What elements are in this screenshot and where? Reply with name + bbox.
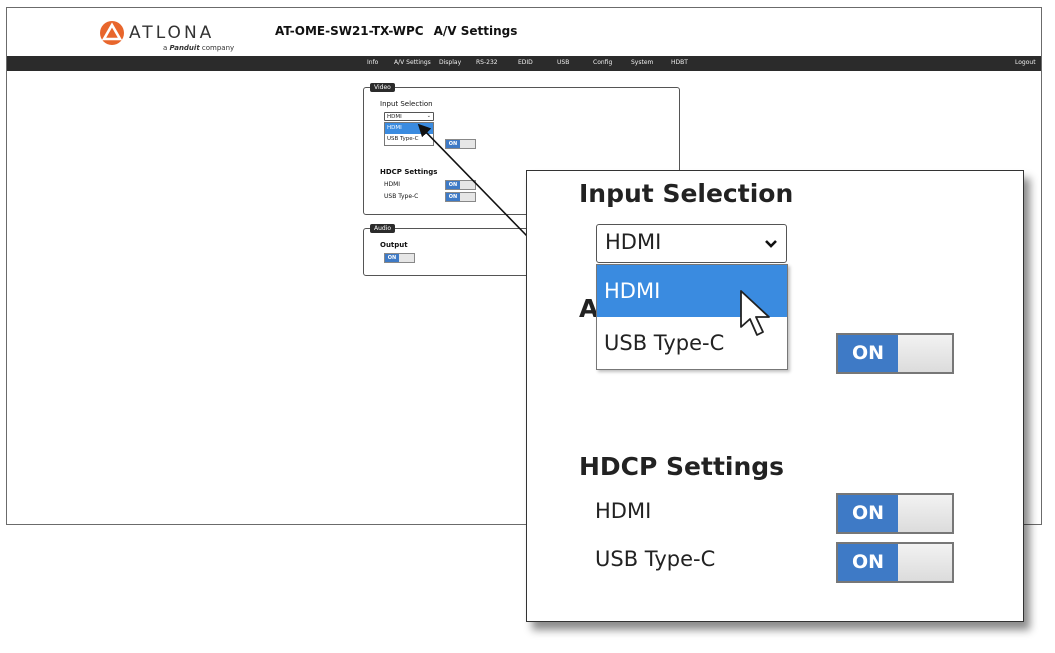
zoom-hdcp-usbc-label: USB Type-C (595, 547, 716, 571)
toggle-on-label: ON (446, 140, 460, 148)
hdcp-hdmi-toggle[interactable]: ON (445, 180, 476, 190)
audio-output-toggle[interactable]: ON (384, 253, 415, 263)
nav-logout[interactable]: Logout (1015, 59, 1036, 66)
hdcp-usbc-label: USB Type-C (384, 193, 419, 200)
hdcp-usbc-toggle[interactable]: ON (445, 192, 476, 202)
toggle-on-label: ON (838, 544, 898, 581)
nav-edid[interactable]: EDID (518, 59, 533, 66)
toggle-knob (898, 544, 952, 581)
toggle-on-label: ON (838, 495, 898, 532)
video-setting-toggle[interactable]: ON (445, 139, 476, 149)
hdcp-settings-label: HDCP Settings (380, 168, 438, 176)
hdcp-hdmi-label: HDMI (384, 181, 401, 188)
zoom-hdcp-usbc-toggle[interactable]: ON (836, 542, 954, 583)
nav-rs232[interactable]: RS-232 (476, 59, 498, 66)
chevron-down-icon (765, 240, 777, 248)
nav-info[interactable]: Info (367, 59, 378, 66)
zoom-callout: Input Selection A HDMI HDMI USB Type-C O… (526, 170, 1024, 622)
toggle-on-label: ON (446, 193, 460, 201)
model-name: AT-OME-SW21-TX-WPC (275, 24, 424, 38)
logo-wordmark: ATLONA (129, 23, 215, 43)
toggle-knob (898, 335, 952, 372)
toggle-on-label: ON (838, 335, 898, 372)
page-name: A/V Settings (433, 24, 518, 38)
nav-system[interactable]: System (631, 59, 653, 66)
audio-output-label: Output (380, 241, 408, 249)
zoom-hdcp-hdmi-label: HDMI (595, 499, 652, 523)
video-panel-tab: Video (370, 83, 395, 92)
page-title: AT-OME-SW21-TX-WPC A/V Settings (275, 24, 517, 38)
input-select[interactable]: HDMI ⌄ (384, 112, 434, 121)
zoom-hdcp-hdmi-toggle[interactable]: ON (836, 493, 954, 534)
toggle-on-label: ON (385, 254, 399, 262)
toggle-knob (898, 495, 952, 532)
nav-hdbt[interactable]: HDBT (671, 59, 688, 66)
audio-panel-tab: Audio (370, 224, 396, 233)
zoom-input-select[interactable]: HDMI (596, 224, 787, 263)
zoom-input-select-value: HDMI (605, 230, 662, 254)
chevron-down-icon: ⌄ (426, 113, 431, 119)
input-selection-label: Input Selection (380, 100, 433, 108)
logo-tagline: a Panduit company (163, 44, 235, 52)
nav-display[interactable]: Display (439, 59, 461, 66)
zoom-input-selection-heading: Input Selection (579, 179, 794, 208)
input-dropdown-list: HDMI USB Type-C (384, 122, 434, 146)
atlona-logo: ATLONA a Panduit company (99, 20, 239, 54)
nav-config[interactable]: Config (593, 59, 612, 66)
mouse-pointer-icon (740, 290, 770, 336)
nav-av-settings[interactable]: A/V Settings (394, 59, 431, 66)
input-select-value: HDMI (387, 114, 402, 120)
top-nav-bar: Info A/V Settings Display RS-232 EDID US… (7, 56, 1041, 71)
atlona-logo-icon (100, 21, 124, 45)
toggle-on-label: ON (446, 181, 460, 189)
nav-usb[interactable]: USB (557, 59, 569, 66)
input-option-hdmi[interactable]: HDMI (385, 123, 433, 134)
zoom-hdcp-settings-heading: HDCP Settings (579, 452, 785, 481)
input-option-usbc[interactable]: USB Type-C (385, 134, 433, 145)
zoom-video-setting-toggle[interactable]: ON (836, 333, 954, 374)
